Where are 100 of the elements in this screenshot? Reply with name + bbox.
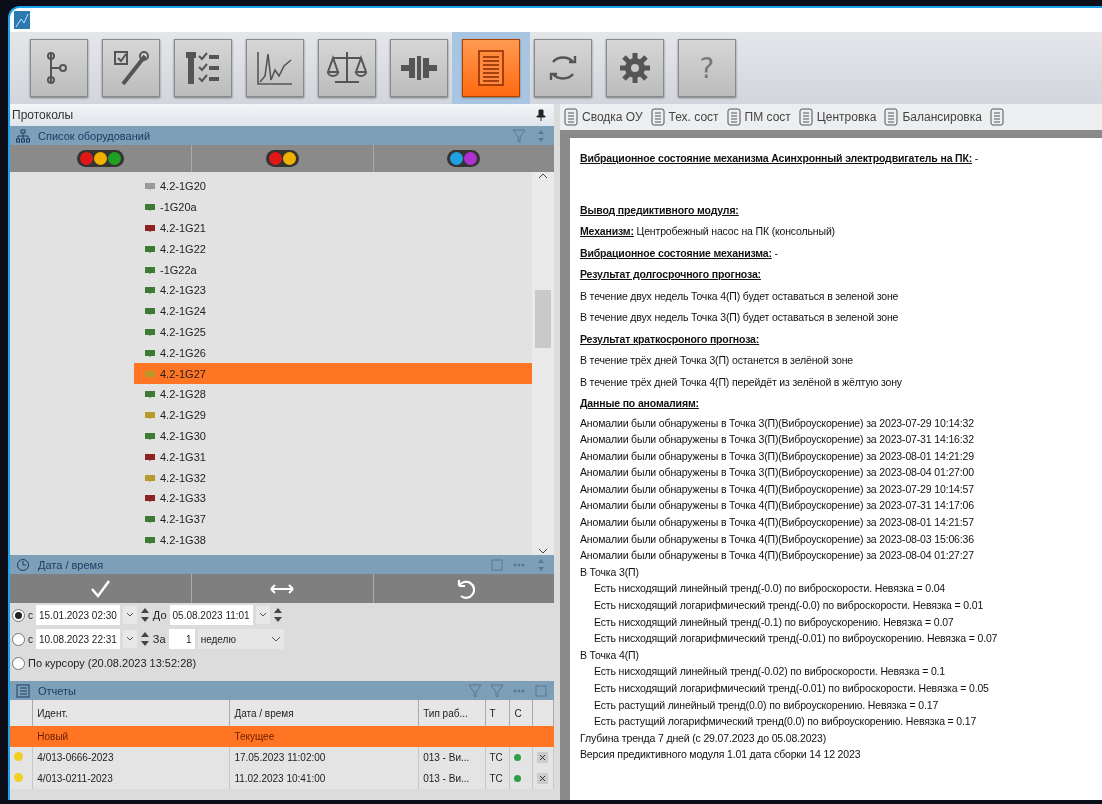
tree-item[interactable]: 4.2-1G37 xyxy=(134,508,532,530)
status-filter-toggle[interactable] xyxy=(77,150,125,167)
document-tab[interactable] xyxy=(989,108,1004,126)
document-tab[interactable]: Тех. сост xyxy=(650,108,719,126)
pin-icon[interactable] xyxy=(536,109,546,121)
unit-dropdown[interactable]: неделю xyxy=(197,629,284,649)
tree-item[interactable]: 4.2-1G22 xyxy=(134,238,532,260)
document-tab[interactable]: Балансировка xyxy=(884,108,982,126)
report-heading: Вибрационное состояние механизма: - xyxy=(580,245,779,261)
report-heading: Результат долгосрочного прогноза: xyxy=(580,267,762,282)
tree-item[interactable]: 4.2-1G25 xyxy=(134,321,532,343)
cross-icon xyxy=(539,775,547,782)
document-icon xyxy=(650,108,665,126)
report-heading: Механизм: Центробежный насос на ПК (консольный) xyxy=(580,224,836,239)
scrollbar-thumb[interactable] xyxy=(535,290,551,348)
status-filter-toggle[interactable] xyxy=(447,150,481,167)
cross-icon xyxy=(539,754,547,761)
field-label: До xyxy=(152,609,167,621)
table-row[interactable]: 4/013-0211-2023 11.02.2023 10:41:00 013 - Ви... ТС xyxy=(10,768,554,789)
report-text: Аномалии были обнаружены в Точка 3(П)(Виброускорение) за 2023-08-01 14:21:29 xyxy=(580,448,975,464)
document-icon xyxy=(564,108,578,126)
status-filter-toggle[interactable] xyxy=(266,150,299,167)
field-label: с xyxy=(28,609,33,621)
table-cell: Текущее xyxy=(234,731,275,742)
report-text: В Точка 4(П) xyxy=(580,647,640,663)
spinner-icon[interactable] xyxy=(139,606,150,624)
toolbar-button[interactable] xyxy=(534,39,592,97)
tree-item[interactable]: 4.2-1G32 xyxy=(134,467,532,488)
spinner-icon[interactable] xyxy=(139,630,150,648)
delete-icon[interactable] xyxy=(537,752,549,763)
tree-item[interactable]: 4.2-1G26 xyxy=(134,342,532,364)
toolbar-button[interactable] xyxy=(390,39,448,97)
column-header[interactable]: Идент. xyxy=(32,700,230,726)
table-cell: Новый xyxy=(37,731,69,742)
report-text: Аномалии были обнаружены в Точка 4(П)(Виброускорение) за 2023-07-31 14:17:06 xyxy=(580,498,975,514)
field-label: с xyxy=(28,633,33,645)
report-heading: Вывод предиктивного модуля: xyxy=(580,202,740,218)
toolbar-button[interactable] xyxy=(30,39,88,97)
tree-item[interactable]: 4.2-1G38 xyxy=(134,529,532,551)
table-cell: 013 - Ви... xyxy=(423,773,470,784)
toolbar-button[interactable] xyxy=(174,39,232,97)
number-field[interactable]: 1 xyxy=(168,629,195,649)
tree-item[interactable]: 4.2-1G24 xyxy=(134,300,532,322)
caret-icon xyxy=(258,612,267,618)
list-icon xyxy=(16,683,30,698)
column-header[interactable]: Т xyxy=(485,700,510,726)
toolbar-button[interactable] xyxy=(246,39,304,97)
column-header[interactable]: Дата / время xyxy=(229,700,419,726)
toolbar-button[interactable] xyxy=(102,39,160,97)
document-icon xyxy=(726,108,741,126)
date-field[interactable]: 15.01.2023 02:30 xyxy=(36,605,120,625)
date-field[interactable]: 10.08.2023 22:31 xyxy=(36,629,120,649)
scroll-up-icon[interactable] xyxy=(538,172,548,180)
tree-item[interactable]: 4.2-1G21 xyxy=(134,217,532,239)
column-header[interactable]: С xyxy=(509,700,533,726)
report-text: Есть нисходящий линейный тренд(-0.02) по виброскорости. Невязка = 0.1 xyxy=(593,664,947,680)
scroll-down-icon[interactable] xyxy=(538,547,548,555)
report-text: В Точка 3(П) xyxy=(580,564,640,580)
tree-item[interactable]: 4.2-1G27 xyxy=(134,363,532,384)
document-icon xyxy=(989,108,1004,126)
double-arrow-icon xyxy=(270,582,295,595)
toolbar-button[interactable] xyxy=(318,39,376,97)
radio-button[interactable] xyxy=(12,632,25,646)
table-cell: 013 - Ви... xyxy=(423,752,470,763)
toolbar-button[interactable] xyxy=(606,39,664,97)
report-text: Есть нисходящий логарифмический тренд(-0.01) по виброскорости. Невязка = 0.05 xyxy=(593,681,990,696)
document-tab[interactable]: Центровка xyxy=(798,108,877,126)
report-heading: Вибрационное состояние механизма Асинхронный электродвигатель на ПК: - xyxy=(580,151,980,166)
spinner-icon[interactable] xyxy=(272,606,283,624)
tree-item[interactable]: 4.2-1G33 xyxy=(134,487,532,509)
report-text: Есть растущий линейный тренд(0.0) по виброускорению. Невязка = 0.17 xyxy=(593,697,940,713)
document-tab[interactable]: ПМ сост xyxy=(726,108,791,126)
tree-item[interactable]: -1G20a xyxy=(134,196,532,218)
report-text: Аномалии были обнаружены в Точка 3(П)(Виброускорение) за 2023-08-04 01:27:00 xyxy=(580,465,975,481)
radio-label: По курсору (20.08.2023 13:52:28) xyxy=(28,657,197,669)
table-row[interactable]: 4/013-0666-2023 17.05.2023 11:02:00 013 - Ви... ТС xyxy=(10,747,554,768)
document-tab[interactable]: Сводка ОУ xyxy=(564,108,643,126)
table-cell: ТС xyxy=(489,773,503,784)
tree-item[interactable]: -1G22a xyxy=(134,259,532,280)
tree-item[interactable]: 4.2-1G23 xyxy=(134,280,532,301)
column-header[interactable]: Тип раб... xyxy=(418,700,485,726)
date-field[interactable]: 05.08.2023 11:01 xyxy=(169,605,253,625)
section-title: Отчеты xyxy=(38,684,77,697)
tree-item[interactable]: 4.2-1G30 xyxy=(134,425,532,447)
report-text: Есть нисходящий логарифмический тренд(-0.0) по виброскорости. Невязка = 0.01 xyxy=(593,598,985,614)
radio-button[interactable] xyxy=(12,656,25,670)
table-cell: 4/013-0666-2023 xyxy=(37,752,114,763)
report-text: В течение трёх дней Точка 4(П) перейдёт из зелёной в жёлтую зону xyxy=(580,374,903,390)
toolbar-button[interactable] xyxy=(462,39,520,97)
radio-button[interactable] xyxy=(12,608,25,622)
caret-icon xyxy=(125,636,134,642)
check-wrench-icon xyxy=(111,48,151,88)
caret-icon xyxy=(125,612,134,618)
tree-item[interactable]: 4.2-1G28 xyxy=(134,383,532,405)
report-text: Есть растущий логарифмический тренд(0.0) по виброускорению. Невязка = 0.17 xyxy=(593,714,978,730)
table-row[interactable]: Новый Текущее xyxy=(10,726,554,747)
delete-icon[interactable] xyxy=(537,773,549,784)
tree-item[interactable]: 4.2-1G29 xyxy=(134,404,532,426)
tree-item[interactable]: 4.2-1G20 xyxy=(134,176,532,197)
tree-item[interactable]: 4.2-1G31 xyxy=(134,446,532,468)
